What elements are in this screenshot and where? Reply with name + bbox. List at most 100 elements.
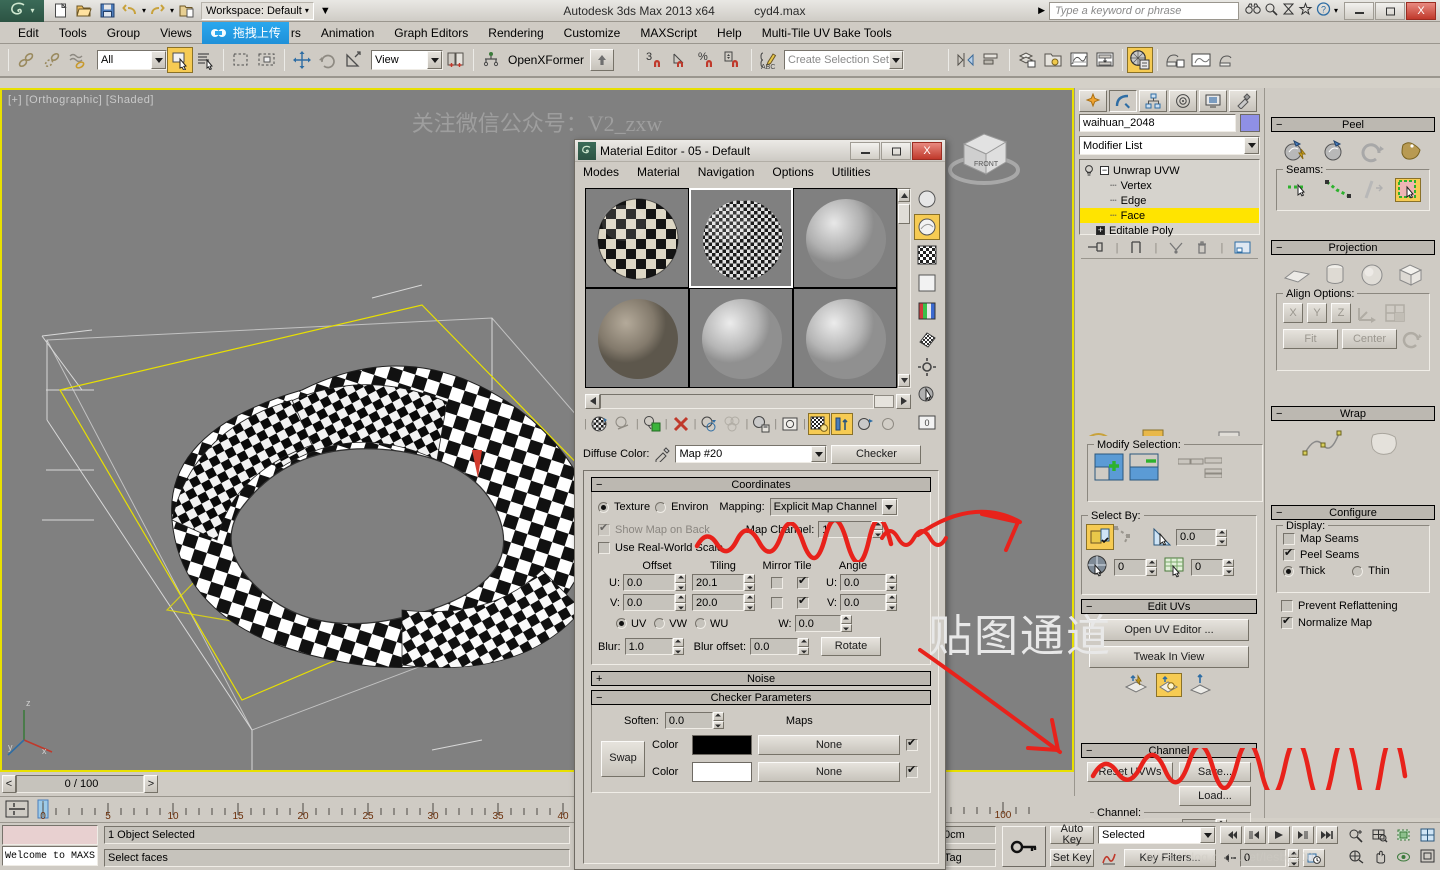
material-id-input[interactable]: 0 — [1191, 559, 1223, 576]
sample-slot-2[interactable] — [689, 188, 793, 288]
tiling-v-spinner[interactable] — [744, 594, 755, 611]
workspace-selector[interactable]: Workspace: Default ▾ — [201, 2, 314, 20]
offset-u-spinner[interactable] — [675, 574, 686, 591]
maxscript-mini-listener[interactable]: Welcome to MAXS — [2, 846, 98, 866]
me-menu-modes[interactable]: Modes — [583, 165, 619, 179]
edge-sel-to-seams-icon[interactable] — [1286, 178, 1316, 202]
nav-left-button[interactable] — [585, 394, 600, 409]
set-key-button[interactable]: Set Key — [1050, 849, 1094, 867]
color1-swatch[interactable] — [692, 735, 752, 755]
tiling-u-input[interactable]: 20.1 — [692, 574, 744, 591]
map-seams-checkbox[interactable] — [1283, 533, 1295, 545]
search-input[interactable]: Type a keyword or phrase — [1049, 2, 1239, 20]
save-button[interactable]: Save... — [1179, 762, 1251, 782]
thin-radio[interactable] — [1352, 566, 1363, 577]
time-configuration-icon[interactable] — [1303, 849, 1325, 867]
expand-polygon-selection-to-seams-icon[interactable] — [1395, 178, 1421, 202]
field-of-view-icon[interactable] — [1344, 846, 1368, 867]
stack-collapse-icon[interactable]: + — [1096, 226, 1105, 235]
render-production-icon[interactable] — [1214, 47, 1240, 73]
edge-to-seam-icon[interactable] — [1362, 178, 1386, 202]
snaps-toggle-icon[interactable]: 3 — [643, 47, 669, 73]
minimize-button[interactable] — [1344, 2, 1374, 20]
angle-u-input[interactable]: 0.0 — [840, 574, 886, 591]
sample-slots-scrollbar[interactable] — [897, 188, 911, 388]
reset-icon[interactable] — [1401, 329, 1423, 349]
material-id-channel-icon[interactable]: 0 — [914, 410, 940, 436]
pan-icon[interactable] — [1368, 846, 1392, 867]
peel-mode-icon[interactable] — [1320, 138, 1348, 164]
menu-item-rendering[interactable]: Rendering — [478, 22, 553, 44]
me-menu-options[interactable]: Options — [772, 165, 813, 179]
menu-item-views[interactable]: Views — [150, 22, 202, 44]
spinner-snap-icon[interactable] — [721, 47, 747, 73]
binoculars-icon[interactable] — [1245, 2, 1261, 19]
tag-field[interactable]: Tag — [940, 849, 996, 867]
zoom-all-icon[interactable] — [1368, 825, 1392, 846]
wu-radio[interactable] — [695, 618, 706, 629]
max-logo-icon[interactable]: ▾ — [0, 0, 44, 22]
display-tab[interactable] — [1199, 90, 1227, 112]
magnifier-icon[interactable] — [1264, 2, 1279, 19]
schematic-view-icon[interactable] — [1092, 47, 1118, 73]
align-icon[interactable] — [478, 47, 504, 73]
modify-tab[interactable] — [1109, 90, 1137, 112]
planar-angle-spinner[interactable] — [1216, 529, 1227, 546]
sample-type-icon[interactable] — [914, 186, 940, 212]
map1-button[interactable]: None — [758, 735, 900, 755]
coordinates-header[interactable]: − Coordinates — [591, 477, 931, 492]
material-editor-icon[interactable] — [1127, 47, 1153, 73]
current-frame-input[interactable]: 0 — [1240, 849, 1286, 867]
align-y-button[interactable]: Y — [1307, 303, 1327, 323]
zoom-icon[interactable] — [1344, 825, 1368, 846]
scroll-down-button[interactable] — [898, 374, 910, 387]
select-object-icon[interactable] — [167, 47, 193, 73]
selection-lock-toggle[interactable] — [1002, 826, 1046, 867]
me-restore-button[interactable] — [881, 142, 911, 160]
select-by-material-id-icon[interactable] — [1163, 554, 1191, 580]
sample-slot-3[interactable] — [793, 188, 897, 288]
normalize-map-checkbox[interactable] — [1281, 617, 1293, 629]
goto-end-icon[interactable] — [1316, 826, 1338, 844]
search-expand-icon[interactable]: ▶ — [1038, 5, 1045, 16]
openxformer-label[interactable]: OpenXFormer — [508, 53, 584, 67]
scroll-up-button[interactable] — [898, 189, 910, 202]
motion-tab[interactable] — [1169, 90, 1197, 112]
put-to-scene-icon[interactable] — [612, 413, 634, 435]
restore-button[interactable] — [1375, 2, 1405, 20]
use-pivot-center-icon[interactable] — [443, 47, 469, 73]
close-button[interactable]: X — [1406, 2, 1436, 20]
cylindrical-map-icon[interactable] — [1322, 262, 1348, 288]
goto-start-icon[interactable] — [1220, 826, 1242, 844]
layer-manager-icon[interactable] — [1014, 47, 1040, 73]
menu-item-edit[interactable]: Edit — [8, 22, 49, 44]
point-to-point-seams-icon[interactable] — [1325, 178, 1353, 202]
environ-radio[interactable] — [655, 502, 666, 513]
mapping-combo[interactable]: Explicit Map Channel — [770, 498, 898, 516]
noise-header[interactable]: + Noise — [591, 671, 931, 686]
rect-select-region-icon[interactable] — [228, 47, 254, 73]
select-link-icon[interactable] — [13, 47, 39, 73]
angle-w-spinner[interactable] — [841, 615, 852, 632]
menu-item-graph-editors[interactable]: Graph Editors — [384, 22, 478, 44]
nav-right-button[interactable] — [896, 394, 911, 409]
material-effects-channel-icon[interactable] — [779, 413, 801, 435]
stack-subitem-edge[interactable]: ┄ Edge — [1080, 193, 1259, 208]
curve-editor-icon[interactable] — [1066, 47, 1092, 73]
wrap-header[interactable]: − Wrap — [1271, 406, 1435, 421]
show-map-on-back-checkbox[interactable] — [598, 524, 610, 536]
edit-named-selection-icon[interactable]: ABC — [756, 47, 782, 73]
use-real-world-scale-checkbox[interactable] — [598, 542, 610, 554]
set-project-folder-icon[interactable] — [175, 1, 197, 21]
qat-more-icon[interactable]: ▼ — [320, 5, 331, 17]
quick-peel-icon[interactable] — [1156, 673, 1182, 697]
soften-spinner[interactable] — [713, 712, 724, 729]
auto-key-button[interactable]: Auto Key — [1050, 826, 1094, 844]
loop-ring-icons[interactable] — [1178, 456, 1222, 478]
map-type-button[interactable]: Checker — [831, 445, 921, 464]
undo-icon[interactable] — [119, 1, 141, 21]
named-selection-set-combo[interactable]: Create Selection Set — [784, 50, 904, 70]
put-to-library-icon[interactable] — [750, 413, 772, 435]
me-close-button[interactable]: X — [912, 142, 942, 160]
star-icon[interactable] — [1298, 2, 1313, 19]
